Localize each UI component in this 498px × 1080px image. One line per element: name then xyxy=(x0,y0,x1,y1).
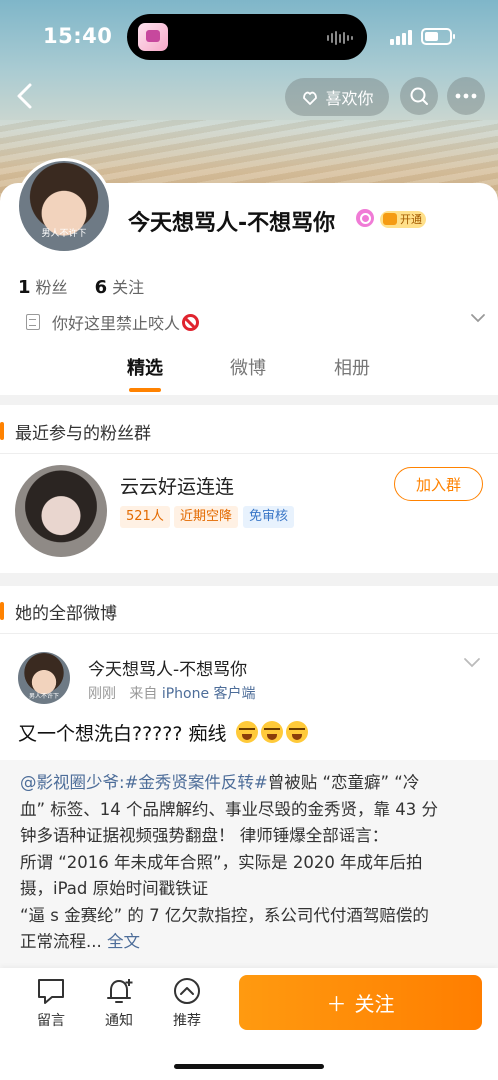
following-count: 6 xyxy=(94,277,108,298)
following-stat[interactable]: 6 关注 xyxy=(94,277,145,298)
tab-featured[interactable]: 精选 xyxy=(127,354,163,380)
more-dots-icon xyxy=(455,93,477,99)
crying-emoji-icon xyxy=(260,721,283,743)
following-label: 关注 xyxy=(112,278,145,297)
posts-title: 她的全部微博 xyxy=(0,597,117,625)
post-text: 又一个想洗白????? 痴线 xyxy=(18,719,308,746)
more-button[interactable] xyxy=(447,77,485,115)
search-badge-icon[interactable] xyxy=(356,209,374,227)
profile-bio[interactable]: 你好这里禁止咬人 xyxy=(26,310,486,334)
fan-group-title: 最近参与的粉丝群 xyxy=(0,417,151,445)
group-avatar[interactable] xyxy=(15,465,107,557)
divider xyxy=(0,633,498,634)
bio-text: 你好这里禁止咬人 xyxy=(52,314,181,333)
divider xyxy=(0,453,498,454)
post-menu-chevron-icon[interactable] xyxy=(462,655,482,669)
notify-label: 通知 xyxy=(105,1013,133,1029)
document-icon xyxy=(26,314,40,330)
retweet-line: 所谓 “2016 年未成年合照”，实际是 2020 年成年后拍 xyxy=(20,852,423,872)
profile-stats: 1 粉丝 6 关注 xyxy=(18,274,144,298)
join-group-button[interactable]: 加入群 xyxy=(394,467,483,501)
recommend-button[interactable]: 推荐 xyxy=(162,976,212,1030)
signal-icon xyxy=(390,30,412,45)
comment-button[interactable]: 留言 xyxy=(26,976,76,1030)
post-author-avatar[interactable]: 男人不许下 xyxy=(18,652,70,704)
app-activity-icon xyxy=(138,23,168,51)
fans-count: 1 xyxy=(18,277,31,298)
chevron-left-icon xyxy=(17,83,32,109)
retweet-line: “逼 s 金赛纶” 的 7 亿欠款指控，系公司代付酒驾赔偿的 xyxy=(20,905,429,925)
post-author-name[interactable]: 今天想骂人-不想骂你 xyxy=(88,655,247,680)
vip-label: 开通 xyxy=(400,213,422,226)
post-from-prefix: 来自 xyxy=(129,686,158,702)
post-avatar-caption: 男人不许下 xyxy=(28,693,59,700)
group-name[interactable]: 云云好运连连 xyxy=(120,472,234,499)
retweet-line: 血” 标签、14 个品牌解约、事业尽毁的金秀贤，靠 43 分 xyxy=(20,799,439,819)
tab-album[interactable]: 相册 xyxy=(334,354,370,380)
profile-avatar[interactable]: 男人不许下 xyxy=(16,158,112,254)
post-source: iPhone 客户端 xyxy=(161,686,256,702)
join-group-label: 加入群 xyxy=(415,475,461,494)
hand-heart-icon xyxy=(303,91,318,105)
notify-button[interactable]: 通知 xyxy=(94,976,144,1030)
message-icon xyxy=(38,979,64,1004)
full-text-link[interactable]: 全文 xyxy=(107,932,140,951)
post-time: 刚刚 xyxy=(88,686,116,702)
retweet-line: 钟多语种证据视频强势翻盘！ 律师锤爆全部谣言： xyxy=(20,826,389,845)
retweet-line: 摄，iPad 原始时间戳铁证 xyxy=(20,879,209,898)
crying-emoji-icon xyxy=(235,721,258,743)
bell-plus-icon xyxy=(107,979,133,1003)
dynamic-island xyxy=(127,14,367,60)
circle-chevron-up-icon xyxy=(174,978,200,1004)
recommend-label: 推荐 xyxy=(173,1013,201,1029)
tab-weibo[interactable]: 微博 xyxy=(230,354,266,380)
battery-icon xyxy=(421,28,455,45)
retweet-link[interactable]: @影视圈少爷:#金秀贤案件反转# xyxy=(20,773,268,792)
retweet-line: 曾被贴 “恋童癖” “冷 xyxy=(267,773,420,792)
retweet-body: @影视圈少爷:#金秀贤案件反转#曾被贴 “恋童癖” “冷 血” 标签、14 个品… xyxy=(20,770,480,956)
home-indicator xyxy=(174,1064,324,1069)
like-you-label: 喜欢你 xyxy=(325,89,374,108)
tab-indicator xyxy=(129,388,161,392)
group-member-count: 521人 xyxy=(120,506,170,528)
profile-tabs: 精选 微博 相册 xyxy=(0,350,498,392)
follow-button[interactable]: ＋ 关注 xyxy=(239,975,482,1030)
fans-label: 粉丝 xyxy=(35,278,68,297)
post-meta: 刚刚 来自 iPhone 客户端 xyxy=(88,683,256,703)
vip-badge[interactable]: 开通 xyxy=(380,211,426,228)
profile-name: 今天想骂人-不想骂你 xyxy=(128,211,336,236)
comment-label: 留言 xyxy=(37,1013,65,1029)
group-tag-no-review: 免审核 xyxy=(243,506,295,528)
chevron-down-icon xyxy=(471,314,485,323)
back-button[interactable] xyxy=(12,80,42,112)
plus-icon: ＋ xyxy=(326,992,347,1016)
avatar-caption: 男人不许下 xyxy=(41,229,87,239)
follow-label: 关注 xyxy=(354,992,395,1016)
status-bar: 15:40 xyxy=(0,0,498,70)
search-icon xyxy=(410,87,428,105)
crying-emoji-icon xyxy=(285,721,308,743)
audio-wave-icon xyxy=(327,31,353,45)
retweet-line: 正常流程... xyxy=(20,932,102,951)
post-text-content: 又一个想洗白????? 痴线 xyxy=(18,723,227,745)
status-time: 15:40 xyxy=(43,24,113,48)
prohibited-emoji-icon xyxy=(182,313,200,331)
group-tag-recent: 近期空降 xyxy=(174,506,239,528)
search-button[interactable] xyxy=(400,77,438,115)
like-you-button[interactable]: 喜欢你 xyxy=(285,78,389,116)
fans-stat[interactable]: 1 粉丝 xyxy=(18,277,68,298)
